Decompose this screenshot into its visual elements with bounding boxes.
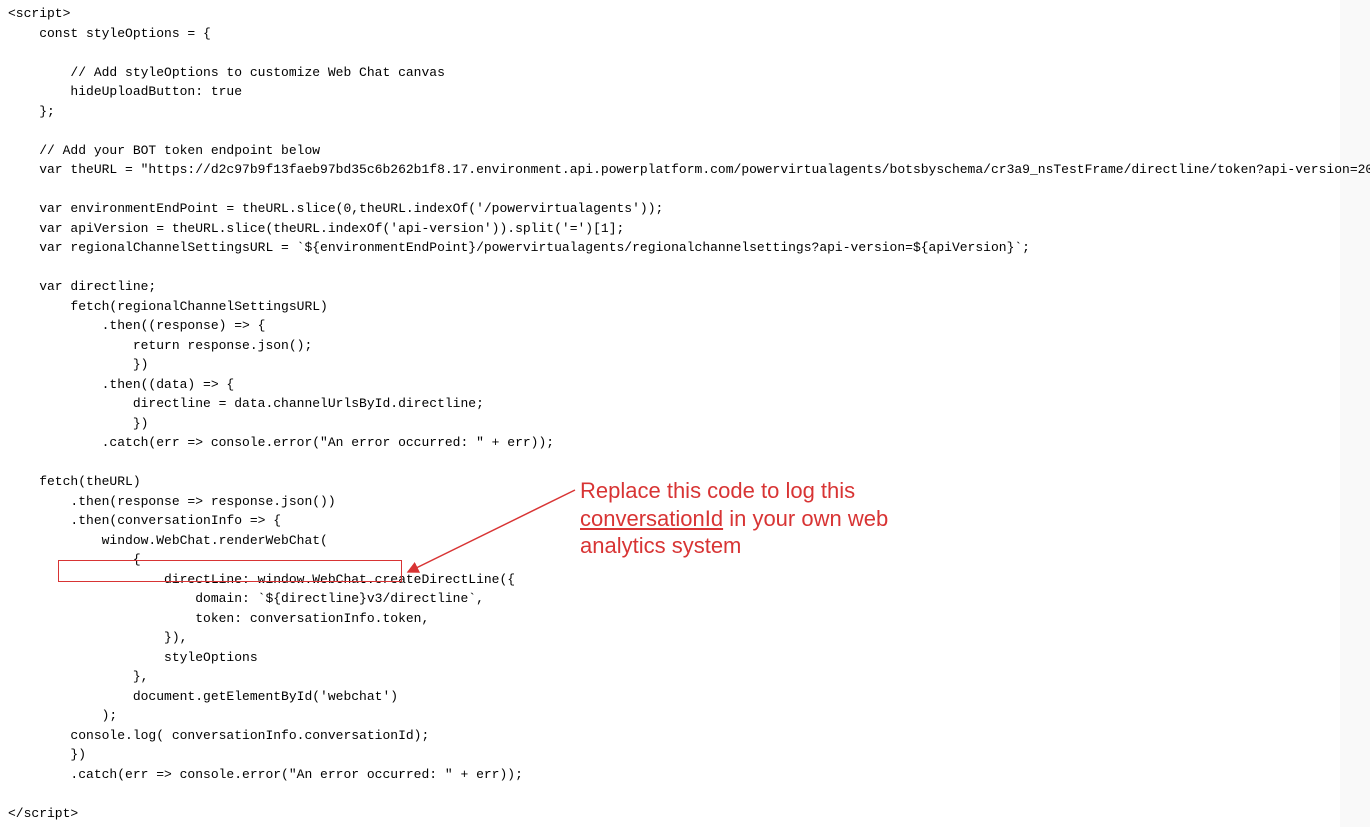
code-line: var directline; xyxy=(8,279,156,294)
code-line: token: conversationInfo.token, xyxy=(8,611,429,626)
code-line: fetch(theURL) xyxy=(8,474,141,489)
code-line: }) xyxy=(8,357,148,372)
code-line: }; xyxy=(8,104,55,119)
code-line: }) xyxy=(8,416,148,431)
code-line: hideUploadButton: true xyxy=(8,84,242,99)
annotation-callout: Replace this code to log this conversati… xyxy=(580,477,888,560)
annotation-text-line: analytics system xyxy=(580,532,888,560)
code-line: const styleOptions = { xyxy=(8,26,211,41)
code-line: .then(response => response.json()) xyxy=(8,494,336,509)
code-line: var theURL = "https://d2c97b9f13faeb97bd… xyxy=(8,162,1370,177)
code-line: .then(conversationInfo => { xyxy=(8,513,281,528)
code-line: fetch(regionalChannelSettingsURL) xyxy=(8,299,328,314)
annotation-text-line: Replace this code to log this xyxy=(580,477,888,505)
code-line: .catch(err => console.error("An error oc… xyxy=(8,767,523,782)
code-line: .catch(err => console.error("An error oc… xyxy=(8,435,554,450)
code-line: var apiVersion = theURL.slice(theURL.ind… xyxy=(8,221,624,236)
code-line: }, xyxy=(8,669,148,684)
code-line: directline = data.channelUrlsById.direct… xyxy=(8,396,484,411)
code-block: <script> const styleOptions = { // Add s… xyxy=(0,0,1340,827)
code-line: window.WebChat.renderWebChat( xyxy=(8,533,328,548)
code-line: styleOptions xyxy=(8,650,258,665)
highlighted-code: conversationInfo.conversationId xyxy=(172,728,414,743)
code-line: // Add your BOT token endpoint below xyxy=(8,143,320,158)
code-line: }), xyxy=(8,630,187,645)
code-line: directLine: window.WebChat.createDirectL… xyxy=(8,572,515,587)
code-line: .then((response) => { xyxy=(8,318,265,333)
code-line: .then((data) => { xyxy=(8,377,234,392)
code-line: document.getElementById('webchat') xyxy=(8,689,398,704)
code-line: var regionalChannelSettingsURL = `${envi… xyxy=(8,240,1030,255)
code-line: { xyxy=(8,552,141,567)
code-line: // Add styleOptions to customize Web Cha… xyxy=(8,65,445,80)
code-line: return response.json(); xyxy=(8,338,312,353)
code-line: </script> xyxy=(8,806,78,821)
code-line: console.log( conversationInfo.conversati… xyxy=(8,728,429,743)
code-line: domain: `${directline}v3/directline`, xyxy=(8,591,484,606)
annotation-text-line: conversationId in your own web xyxy=(580,505,888,533)
code-line: ); xyxy=(8,708,117,723)
code-line: <script> xyxy=(8,6,70,21)
code-line: var environmentEndPoint = theURL.slice(0… xyxy=(8,201,663,216)
code-line: }) xyxy=(8,747,86,762)
